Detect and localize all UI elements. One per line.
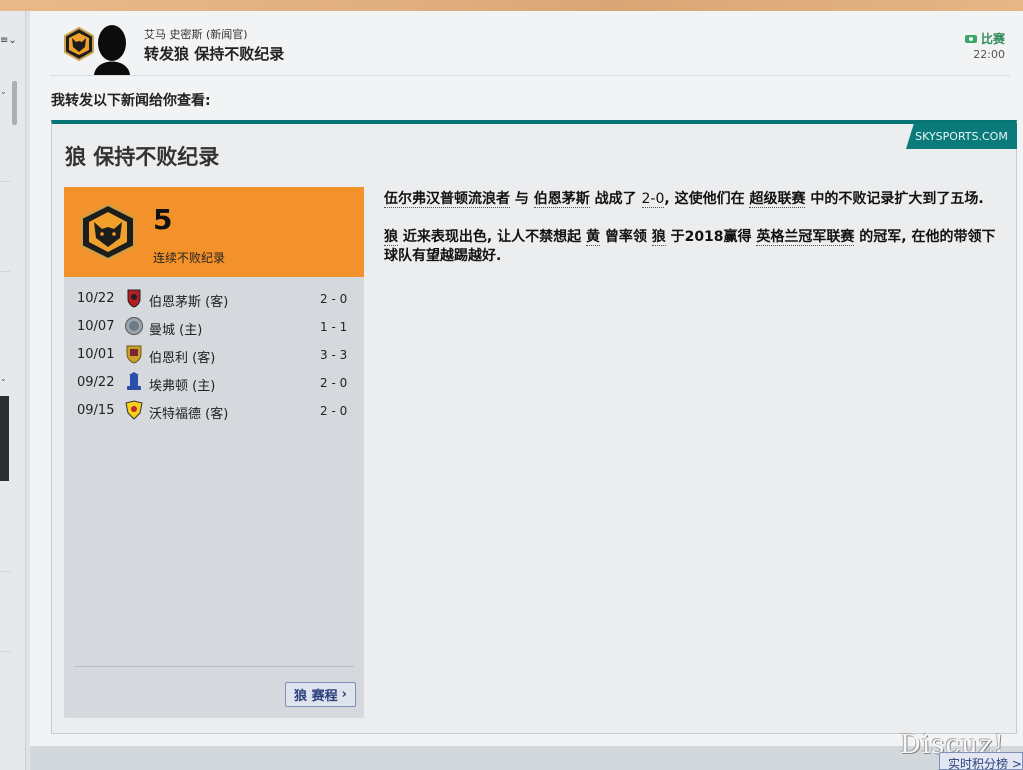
article-text: 曾率领 [599, 229, 652, 245]
streak-count: 5 [153, 203, 173, 236]
unbeaten-panel: 5 连续不败纪录 10/22 伯恩茅斯 (客) 2 - 0 10/07 曼城 (… [64, 187, 364, 718]
result-opponent[interactable]: 伯恩茅斯 (客) [149, 291, 228, 310]
sidebar-dark-block [0, 396, 9, 481]
chevron-down-icon[interactable]: ⌄ [0, 374, 8, 384]
sidebar-divider [0, 571, 10, 572]
live-table-link[interactable]: 实时积分榜 > [939, 752, 1023, 770]
chevron-right-icon: › [341, 687, 347, 702]
article-text: 近来表现出色, 让人不禁想起 [398, 229, 586, 245]
list-menu-icon[interactable]: ≡⌄ [0, 35, 22, 51]
result-date: 10/01 [77, 347, 115, 362]
list-item[interactable]: 09/15 沃特福德 (客) 2 - 0 [64, 397, 364, 425]
team-link[interactable]: 狼 [384, 229, 398, 246]
result-date: 09/15 [77, 403, 115, 418]
category-tag[interactable]: 比赛 [964, 30, 1005, 47]
forward-intro-text: 我转发以下新闻给你查看: [51, 93, 211, 109]
sidebar-divider [0, 651, 10, 652]
news-title: 狼 保持不败纪录 [65, 145, 220, 169]
list-item[interactable]: 10/01 伯恩利 (客) 3 - 3 [64, 341, 364, 369]
result-opponent[interactable]: 沃特福德 (客) [149, 403, 228, 422]
burnley-crest-icon [126, 345, 142, 364]
watford-crest-icon [125, 400, 143, 420]
ticket-icon [964, 34, 977, 43]
article-text: 中的不败记录扩大到了五场. [805, 191, 984, 207]
article-text: 于2018赢得 [665, 229, 757, 245]
bournemouth-crest-icon [127, 289, 141, 308]
team-link[interactable]: 伍尔弗汉普顿流浪者 [384, 191, 510, 208]
sidebar-divider [0, 271, 10, 272]
result-opponent[interactable]: 埃弗顿 (主) [149, 375, 215, 394]
result-score: 2 - 0 [320, 376, 348, 390]
fixtures-button[interactable]: 狼 赛程 › [285, 682, 356, 707]
sender-name: 艾马 史密斯 (新闻官) [144, 28, 248, 41]
list-item[interactable]: 10/07 曼城 (主) 1 - 1 [64, 313, 364, 341]
result-date: 10/07 [77, 319, 115, 334]
man-city-crest-icon [125, 317, 143, 335]
fixtures-button-label: 狼 赛程 [294, 689, 338, 704]
results-list: 10/22 伯恩茅斯 (客) 2 - 0 10/07 曼城 (主) 1 - 1 … [64, 285, 364, 425]
article-text: 战成了 [589, 191, 642, 207]
sidebar-scrollbar[interactable] [12, 81, 17, 125]
league-link[interactable]: 英格兰冠军联赛 [756, 229, 855, 246]
news-card: SKYSPORTS.COM 狼 保持不败纪录 5 连续不败纪录 10/22 伯恩… [51, 120, 1017, 734]
message-subject: 转发狼 保持不败纪录 [144, 45, 285, 63]
message-time: 22:00 [973, 48, 1005, 61]
article-text: , 这使他们在 [664, 191, 750, 207]
message-header: 艾马 史密斯 (新闻官) 转发狼 保持不败纪录 比赛 22:00 [50, 11, 1010, 76]
panel-divider [74, 666, 354, 667]
everton-crest-icon [127, 372, 141, 390]
streak-banner: 5 连续不败纪录 [64, 187, 364, 277]
streak-label: 连续不败纪录 [153, 251, 226, 265]
message-pane: 艾马 史密斯 (新闻官) 转发狼 保持不败纪录 比赛 22:00 我转发以下新闻… [30, 11, 1023, 746]
match-score-link[interactable]: 2-0 [641, 191, 665, 208]
league-link[interactable]: 超级联赛 [749, 191, 806, 208]
result-opponent[interactable]: 曼城 (主) [149, 319, 202, 338]
result-score: 2 - 0 [320, 292, 348, 306]
news-source-badge: SKYSPORTS.COM [906, 123, 1017, 149]
category-label: 比赛 [980, 32, 1005, 46]
sidebar-divider [0, 181, 10, 182]
top-banner-strip [0, 0, 1023, 11]
chevron-down-icon[interactable]: ⌄ [0, 87, 8, 97]
article-body: 伍尔弗汉普顿流浪者 与 伯恩茅斯 战成了 2-0, 这使他们在 超级联赛 中的不… [384, 190, 1004, 285]
result-score: 2 - 0 [320, 404, 348, 418]
list-item[interactable]: 09/22 埃弗顿 (主) 2 - 0 [64, 369, 364, 397]
person-link[interactable]: 黄 [585, 229, 600, 246]
article-paragraph: 伍尔弗汉普顿流浪者 与 伯恩茅斯 战成了 2-0, 这使他们在 超级联赛 中的不… [384, 190, 1004, 209]
bottom-bar [30, 746, 1023, 770]
article-text: 与 [510, 191, 534, 207]
wolves-crest-icon [81, 203, 135, 261]
team-link[interactable]: 伯恩茅斯 [533, 191, 590, 208]
list-item[interactable]: 10/22 伯恩茅斯 (客) 2 - 0 [64, 285, 364, 313]
result-score: 1 - 1 [320, 320, 348, 334]
left-sidebar: ≡⌄ ⌄ ⌄ [0, 11, 26, 770]
article-paragraph: 狼 近来表现出色, 让人不禁想起 黄 曾率领 狼 于2018赢得 英格兰冠军联赛… [384, 228, 1004, 266]
result-score: 3 - 3 [320, 348, 348, 362]
result-date: 10/22 [77, 291, 115, 306]
team-link[interactable]: 狼 [651, 229, 666, 246]
result-opponent[interactable]: 伯恩利 (客) [149, 347, 215, 366]
result-date: 09/22 [77, 375, 115, 390]
avatar [94, 25, 130, 75]
